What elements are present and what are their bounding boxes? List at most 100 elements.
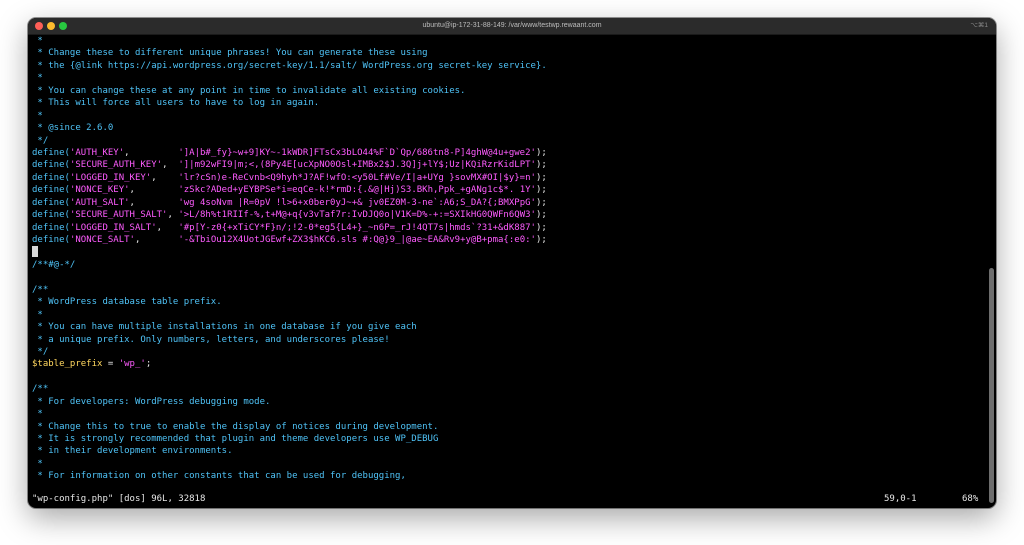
code-line: *	[32, 408, 990, 420]
code-line: */	[32, 135, 990, 147]
code-token: );	[535, 210, 547, 221]
code-token: */	[32, 346, 49, 357]
code-line: define('LOGGED_IN_SALT', '#p[Y-z0{+xTiCY…	[32, 222, 990, 234]
code-line	[32, 246, 990, 258]
code-line: * For developers: WordPress debugging mo…	[32, 396, 990, 408]
code-token: * Change these to different unique phras…	[32, 48, 428, 59]
code-token: *	[32, 110, 43, 121]
code-token: * in their development environments.	[32, 446, 233, 457]
code-token: $table_prefix	[32, 359, 103, 370]
code-token: * the {@link https://api.wordpress.org/s…	[32, 60, 547, 71]
code-line: * @since 2.6.0	[32, 122, 990, 134]
code-token: /**	[32, 384, 49, 395]
code-line: /**	[32, 383, 990, 395]
code-token: define(	[32, 147, 70, 158]
code-line: define('NONCE_SALT', '-&TbiOu12X4UotJGEw…	[32, 234, 990, 246]
code-token: * WordPress database table prefix.	[32, 297, 222, 308]
code-token: *	[32, 409, 43, 420]
code-line: *	[32, 35, 990, 47]
vim-status-line: "wp-config.php" [dos] 96L, 32818 59,0-1 …	[28, 493, 990, 505]
code-token: ']|m92wFI9|m;<,(8Py4E[ucXpNO0Osl+IMBx2$J…	[178, 160, 536, 171]
status-cursor-position: 59,0-1	[884, 494, 917, 504]
code-token: * This will force all users to have to l…	[32, 98, 320, 109]
code-line: * the {@link https://api.wordpress.org/s…	[32, 60, 990, 72]
code-line: /**#@-*/	[32, 259, 990, 271]
terminal-window: ubuntu@ip-172-31-88-149: /var/www/testwp…	[28, 18, 996, 508]
code-token: ,	[134, 235, 179, 245]
code-token: '-&TbiOu12X4UotJGEwf+ZX3$hKC6.sls #:Q@}9…	[178, 235, 536, 245]
code-token: ,	[129, 185, 179, 196]
code-line: define('SECURE_AUTH_KEY', ']|m92wFI9|m;<…	[32, 159, 990, 171]
code-line: *	[32, 309, 990, 321]
code-token: 'AUTH_SALT'	[69, 197, 130, 208]
code-token: 'LOGGED_IN_SALT'	[69, 222, 157, 233]
text-cursor	[32, 246, 38, 258]
status-file-info: "wp-config.php" [dos] 96L, 32818	[32, 494, 206, 504]
code-line: *	[32, 458, 990, 470]
code-token: 'wp_'	[118, 359, 146, 370]
code-token: );	[535, 235, 547, 245]
code-token: 'NONCE_SALT'	[69, 235, 135, 245]
code-token: 'zSkc?ADed+yEYBPSe*i=eqCe-k!*rmD:{.&@|Hj…	[178, 185, 536, 196]
code-line: * You can have multiple installations in…	[32, 321, 990, 333]
code-token: * It is strongly recommended that plugin…	[32, 434, 439, 444]
code-token: ,	[151, 172, 179, 183]
code-token: 'NONCE_KEY'	[69, 185, 130, 196]
code-line: * in their development environments.	[32, 445, 990, 457]
code-token: );	[535, 160, 547, 171]
code-token: );	[535, 185, 547, 196]
code-line: * Change this to true to enable the disp…	[32, 421, 990, 433]
code-token: =	[102, 359, 119, 370]
code-token: 'lr?cSn)e-ReCvnb<Q9hyh*J?AF!wfO:<y50Lf#V…	[178, 172, 536, 183]
code-token: );	[535, 197, 547, 208]
code-token: * For developers: WordPress debugging mo…	[32, 396, 271, 407]
scrollbar-thumb[interactable]	[989, 268, 994, 503]
code-token: '>L/8h%t1RIIf-%,t+M@+q{v3vTaf7r:IvDJQ0o|…	[178, 210, 536, 221]
code-line: * It is strongly recommended that plugin…	[32, 433, 990, 445]
code-token: );	[535, 147, 547, 158]
code-token: ,	[167, 210, 179, 221]
code-token: * a unique prefix. Only numbers, letters…	[32, 334, 390, 345]
code-line: * This will force all users to have to l…	[32, 97, 990, 109]
code-token: ,	[124, 147, 179, 158]
code-token: * You can have multiple installations in…	[32, 322, 417, 333]
code-line: define('LOGGED_IN_KEY', 'lr?cSn)e-ReCvnb…	[32, 172, 990, 184]
code-token: define(	[32, 197, 70, 208]
title-bar: ubuntu@ip-172-31-88-149: /var/www/testwp…	[28, 18, 996, 35]
code-token: *	[32, 36, 43, 46]
code-token: *	[32, 309, 43, 320]
code-token: );	[535, 222, 547, 233]
code-line: * For information on other constants tha…	[32, 470, 990, 482]
code-token: ;	[145, 359, 152, 370]
code-token: define(	[32, 210, 70, 221]
code-token: */	[32, 135, 49, 146]
code-line: define('AUTH_KEY', ']A|b#_fy}~w+9]KY~-1k…	[32, 147, 990, 159]
code-line: define('SECURE_AUTH_SALT', '>L/8h%t1RIIf…	[32, 209, 990, 221]
code-line: */	[32, 346, 990, 358]
code-line: * You can change these at any point in t…	[32, 85, 990, 97]
code-token: /**	[32, 284, 49, 295]
code-token: );	[535, 172, 547, 183]
code-token: define(	[32, 185, 70, 196]
code-token: define(	[32, 222, 70, 233]
code-line: * Change these to different unique phras…	[32, 47, 990, 59]
code-token: ,	[156, 222, 179, 233]
code-token: /**#@-*/	[32, 259, 76, 270]
code-line: define('NONCE_KEY', 'zSkc?ADed+yEYBPSe*i…	[32, 184, 990, 196]
code-token: 'AUTH_KEY'	[69, 147, 125, 158]
code-token: define(	[32, 235, 70, 245]
code-line: *	[32, 72, 990, 84]
code-line: define('AUTH_SALT', 'wg 4soNvm |R=0pV !l…	[32, 197, 990, 209]
code-token: * You can change these at any point in t…	[32, 85, 466, 96]
code-line: *	[32, 110, 990, 122]
code-line: /**	[32, 284, 990, 296]
code-token: *	[32, 458, 43, 469]
window-title: ubuntu@ip-172-31-88-149: /var/www/testwp…	[422, 22, 602, 29]
code-token: ,	[129, 197, 179, 208]
code-token: *	[32, 73, 43, 84]
code-line: * a unique prefix. Only numbers, letters…	[32, 334, 990, 346]
code-line: * WordPress database table prefix.	[32, 296, 990, 308]
code-token: * Change this to true to enable the disp…	[32, 421, 439, 432]
terminal-content[interactable]: * * Change these to different unique phr…	[28, 35, 990, 508]
code-token: * @since 2.6.0	[32, 123, 114, 134]
